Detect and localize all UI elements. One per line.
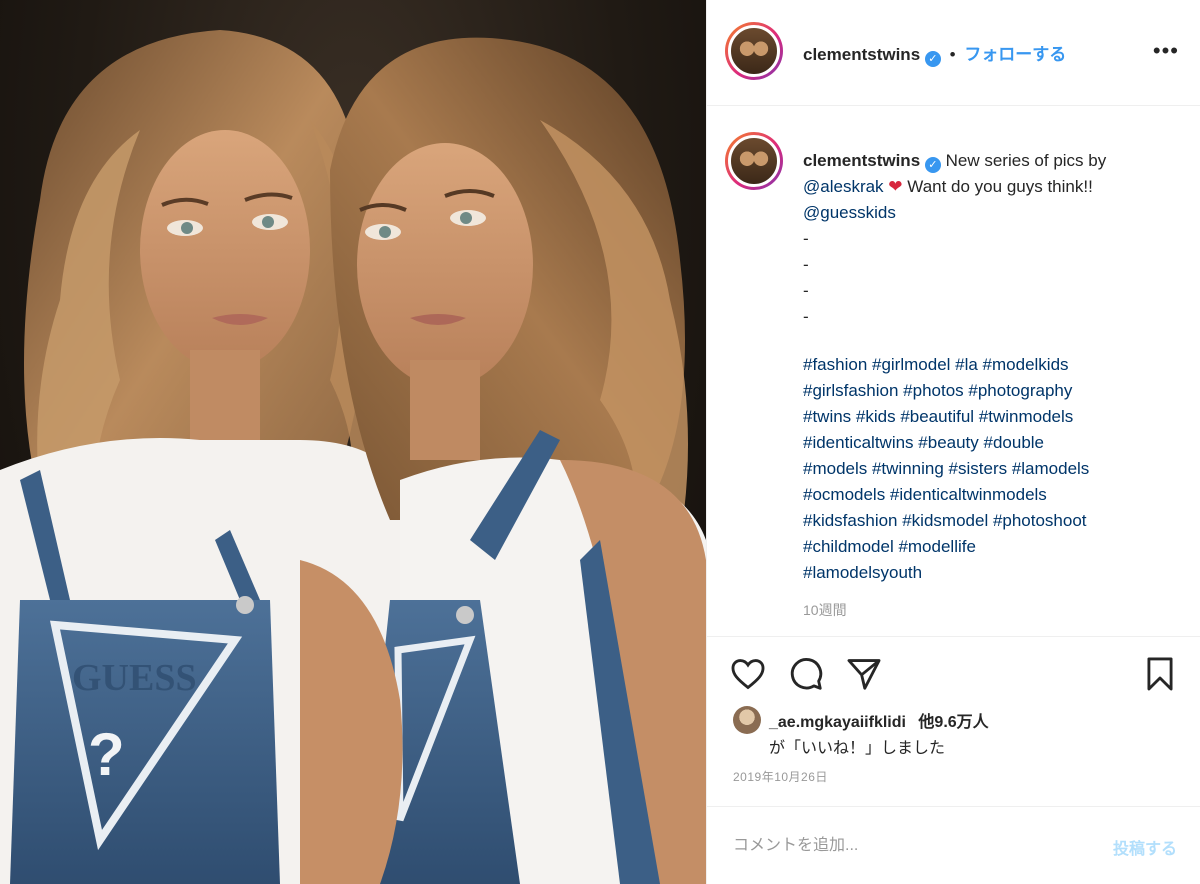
post-date: 2019年10月26日 <box>733 770 828 784</box>
bookmark-icon[interactable] <box>1141 655 1179 693</box>
post-details-panel: clementstwins ✓ • フォローする ••• clementstwi… <box>706 0 1200 884</box>
verified-badge-icon: ✓ <box>924 157 941 173</box>
hashtag-line[interactable]: #childmodel #modellife <box>803 534 1183 560</box>
likes-count-others[interactable]: 他9.6万人 <box>918 714 988 731</box>
separator-dot: • <box>949 45 956 64</box>
heart-emoji-icon: ❤ <box>888 177 903 196</box>
comment-icon[interactable] <box>787 655 825 693</box>
mention-link[interactable]: @guesskids <box>803 203 896 222</box>
hashtag-line[interactable]: #fashion #girlmodel #la #modelkids <box>803 352 1183 378</box>
verified-badge-icon: ✓ <box>924 51 941 67</box>
dash-line: - <box>803 229 809 248</box>
mention-link[interactable]: @aleskrak <box>803 177 884 196</box>
dash-line: - <box>803 255 809 274</box>
action-bar <box>707 636 1200 706</box>
caption-username[interactable]: clementstwins <box>803 151 920 170</box>
logo-question-mark: ? <box>88 721 125 788</box>
more-options-icon[interactable]: ••• <box>1153 38 1179 64</box>
caption-text: clementstwins ✓ New series of pics by @a… <box>803 148 1183 586</box>
dash-line: - <box>803 307 809 326</box>
profile-avatar[interactable] <box>725 22 783 80</box>
hashtag-line[interactable]: #lamodelsyouth <box>803 560 1183 586</box>
caption-time-ago: 10週間 <box>803 602 847 618</box>
twins-photo-illustration: GUESS ? <box>0 30 706 884</box>
shirt-logo-text: GUESS <box>72 657 197 699</box>
header-user-line: clementstwins ✓ • フォローする <box>803 40 1066 67</box>
header-username[interactable]: clementstwins <box>803 45 920 64</box>
hashtag-line[interactable]: #identicaltwins #beauty #double <box>803 430 1183 456</box>
comment-input[interactable] <box>733 833 1063 859</box>
caption-text-1: New series of pics by <box>945 151 1107 170</box>
share-paper-plane-icon[interactable] <box>845 655 883 693</box>
hashtag-line[interactable]: #twins #kids #beautiful #twinmodels <box>803 404 1183 430</box>
caption-avatar[interactable] <box>725 132 783 190</box>
caption-section: clementstwins ✓ New series of pics by @a… <box>707 106 1200 636</box>
hashtag-line[interactable]: #kidsfashion #kidsmodel #photoshoot <box>803 508 1183 534</box>
follow-button[interactable]: フォローする <box>964 45 1066 64</box>
post-comment-button[interactable]: 投稿する <box>1113 835 1177 859</box>
hashtag-line[interactable]: #ocmodels #identicaltwinmodels <box>803 482 1183 508</box>
likes-line-1: _ae.mgkayaiifklidi 他9.6万人 <box>769 708 989 732</box>
hashtag-list: #fashion #girlmodel #la #modelkids #girl… <box>803 352 1183 586</box>
comment-bar: 投稿する <box>707 806 1200 884</box>
hashtag-line[interactable]: #models #twinning #sisters #lamodels <box>803 456 1183 482</box>
likes-suffix: が「いいね！」しました <box>769 740 946 757</box>
post-header: clementstwins ✓ • フォローする ••• <box>707 0 1200 106</box>
caption-text-2: Want do you guys think!! <box>907 177 1093 196</box>
caption-dash-lines: - - - - <box>803 226 1183 330</box>
likes-section: _ae.mgkayaiifklidi 他9.6万人 が「いいね！」しました <box>707 700 1200 760</box>
post-photo[interactable]: GUESS ? <box>0 0 706 884</box>
liker-avatar[interactable] <box>733 706 761 734</box>
hashtag-line[interactable]: #girlsfashion #photos #photography <box>803 378 1183 404</box>
dash-line: - <box>803 281 809 300</box>
liker-username[interactable]: _ae.mgkayaiifklidi <box>769 714 906 731</box>
heart-icon[interactable] <box>729 655 767 693</box>
